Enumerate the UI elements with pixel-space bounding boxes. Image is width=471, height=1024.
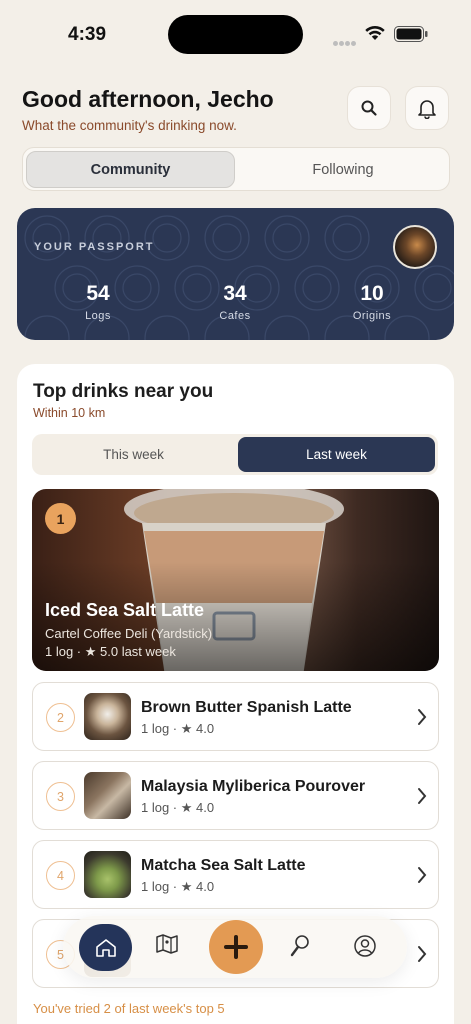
search-button[interactable]	[347, 86, 391, 130]
passport-title: YOUR PASSPORT	[34, 241, 155, 253]
search-icon	[361, 100, 377, 116]
chevron-right-icon	[418, 709, 427, 725]
greeting-title: Good afternoon, Jecho	[22, 86, 274, 112]
featured-cafe-name: Cartel Coffee Deli (Yardstick)	[45, 626, 213, 641]
status-time: 4:39	[68, 24, 107, 45]
chevron-right-icon	[418, 788, 427, 804]
home-icon	[95, 938, 116, 957]
drink-name: Malaysia Myliberica Pourover	[141, 778, 366, 795]
add-icon	[224, 935, 248, 959]
chevron-right-icon	[418, 946, 427, 962]
bottom-nav	[63, 916, 407, 978]
featured-drink-name: Iced Sea Salt Latte	[45, 600, 205, 620]
drink-name: Matcha Sea Salt Latte	[141, 857, 306, 874]
section-title: Top drinks near you	[33, 381, 214, 402]
discover-icon[interactable]	[289, 934, 311, 958]
drink-meta: 1 log · ★ 4.0	[141, 879, 215, 894]
week-tabs: This week Last week	[32, 434, 438, 475]
stat-value: 34	[223, 282, 247, 305]
featured-drink-meta: 1 log · ★ 5.0 last week	[45, 644, 176, 659]
rank-badge: 3	[46, 782, 75, 811]
tab-this-week[interactable]: This week	[35, 437, 232, 472]
rank-badge: 4	[46, 861, 75, 890]
stat-value: 10	[360, 282, 384, 305]
drink-thumbnail	[84, 851, 131, 898]
dynamic-island	[168, 15, 303, 54]
map-icon[interactable]	[155, 933, 179, 955]
stat-label: Origins	[352, 310, 392, 322]
passport-card[interactable]: YOUR PASSPORT 54 Logs 34 Cafes 10 Origin…	[17, 208, 454, 340]
stat-cafes: 34 Cafes	[180, 282, 290, 322]
progress-note: You've tried 2 of last week's top 5	[33, 1001, 225, 1016]
add-log-button[interactable]	[209, 920, 263, 974]
drink-thumbnail	[84, 772, 131, 819]
stat-origins: 10 Origins	[317, 282, 427, 322]
notifications-button[interactable]	[405, 86, 449, 130]
rank-badge: 1	[45, 503, 76, 534]
list-item[interactable]: 4 Matcha Sea Salt Latte 1 log · ★ 4.0	[32, 840, 439, 909]
status-bar: 4:39	[0, 0, 471, 70]
bell-icon	[418, 100, 436, 119]
avatar[interactable]	[393, 225, 437, 269]
profile-icon[interactable]	[353, 934, 377, 958]
tab-following[interactable]: Following	[239, 151, 447, 188]
stat-label: Cafes	[219, 310, 251, 322]
rank-badge: 2	[46, 703, 75, 732]
drink-meta: 1 log · ★ 4.0	[141, 800, 215, 815]
list-item[interactable]: 3 Malaysia Myliberica Pourover 1 log · ★…	[32, 761, 439, 830]
nav-home-button[interactable]	[79, 924, 132, 971]
section-subtitle: Within 10 km	[33, 406, 106, 420]
wifi-icon	[365, 26, 385, 40]
drink-meta: 1 log · ★ 4.0	[141, 721, 215, 736]
stat-label: Logs	[85, 310, 111, 322]
stat-value: 54	[86, 282, 110, 305]
tab-last-week[interactable]: Last week	[238, 437, 435, 472]
battery-icon	[394, 26, 428, 42]
drink-thumbnail	[84, 693, 131, 740]
list-item[interactable]: 2 Brown Butter Spanish Latte 1 log · ★ 4…	[32, 682, 439, 751]
drink-name: Brown Butter Spanish Latte	[141, 699, 352, 716]
greeting-subtitle: What the community's drinking now.	[22, 118, 237, 133]
tab-community[interactable]: Community	[26, 151, 235, 188]
signal-icon	[333, 33, 359, 46]
stat-logs: 54 Logs	[43, 282, 153, 322]
feed-tabs: Community Following	[22, 147, 450, 191]
featured-drink-card[interactable]: 1 Iced Sea Salt Latte Cartel Coffee Deli…	[32, 489, 439, 671]
chevron-right-icon	[418, 867, 427, 883]
